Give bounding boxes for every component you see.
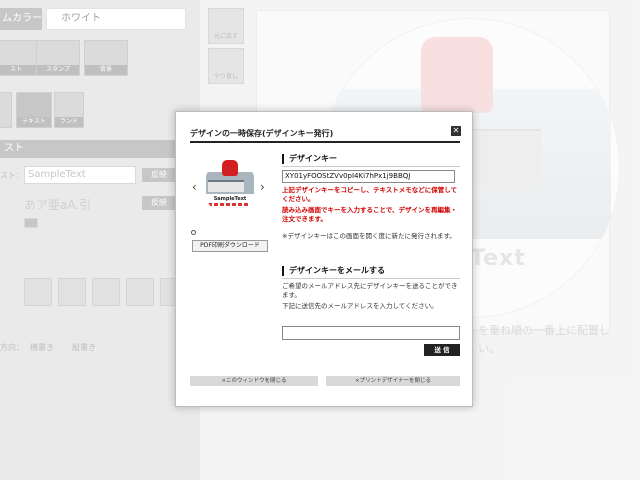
key-regeneration-note: ※デザインキーはこの画面を開く度に新たに発行されます。: [282, 232, 456, 240]
thumbnail-text: SampleText: [213, 196, 247, 202]
thumbnail-randoseru: [222, 160, 238, 176]
send-button[interactable]: 送 信: [424, 344, 460, 356]
mail-instruction: 下記に送信先のメールアドレスを入力してください。: [282, 302, 438, 310]
chevron-right-icon[interactable]: ›: [260, 180, 265, 194]
preview-indicator-dot[interactable]: [191, 230, 196, 235]
close-icon[interactable]: ✕: [451, 126, 461, 136]
thumbnail-dashes: [208, 203, 248, 206]
chevron-left-icon[interactable]: ‹: [192, 180, 197, 194]
dialog-title: デザインの一時保存(デザインキー発行): [190, 129, 334, 138]
reload-instruction: 読み込み画面でキーを入力することで、デザインを再編集・注文できます。: [282, 206, 458, 223]
design-key-heading: デザインキー: [282, 154, 337, 164]
design-key-divider: [282, 166, 460, 167]
copy-instruction: 上記デザインキーをコピーし、テキストメモなどに保管してください。: [282, 186, 458, 203]
pdf-download-button[interactable]: PDF印刷ダウンロード: [192, 240, 268, 252]
design-thumbnail: SampleText: [204, 158, 256, 216]
email-field[interactable]: [282, 326, 460, 340]
title-divider: [190, 141, 460, 143]
mail-heading: デザインキーをメールする: [282, 266, 385, 276]
close-designer-button[interactable]: ×プリントデザイナーを閉じる: [326, 376, 460, 386]
close-window-button[interactable]: ×このウィンドウを閉じる: [190, 376, 318, 386]
thumbnail-building: [208, 180, 244, 192]
design-save-dialog: デザインの一時保存(デザインキー発行) ✕ ‹ SampleText › PDF…: [175, 111, 473, 407]
design-key-field[interactable]: XY01yFOOStZVv0pI4Ki7hPx1j9BBQJ: [282, 170, 455, 183]
design-preview: ‹ SampleText ›: [192, 156, 276, 220]
mail-divider: [282, 278, 460, 279]
mail-description: ご希望のメールアドレス先にデザインキーを送ることができます。: [282, 282, 458, 299]
